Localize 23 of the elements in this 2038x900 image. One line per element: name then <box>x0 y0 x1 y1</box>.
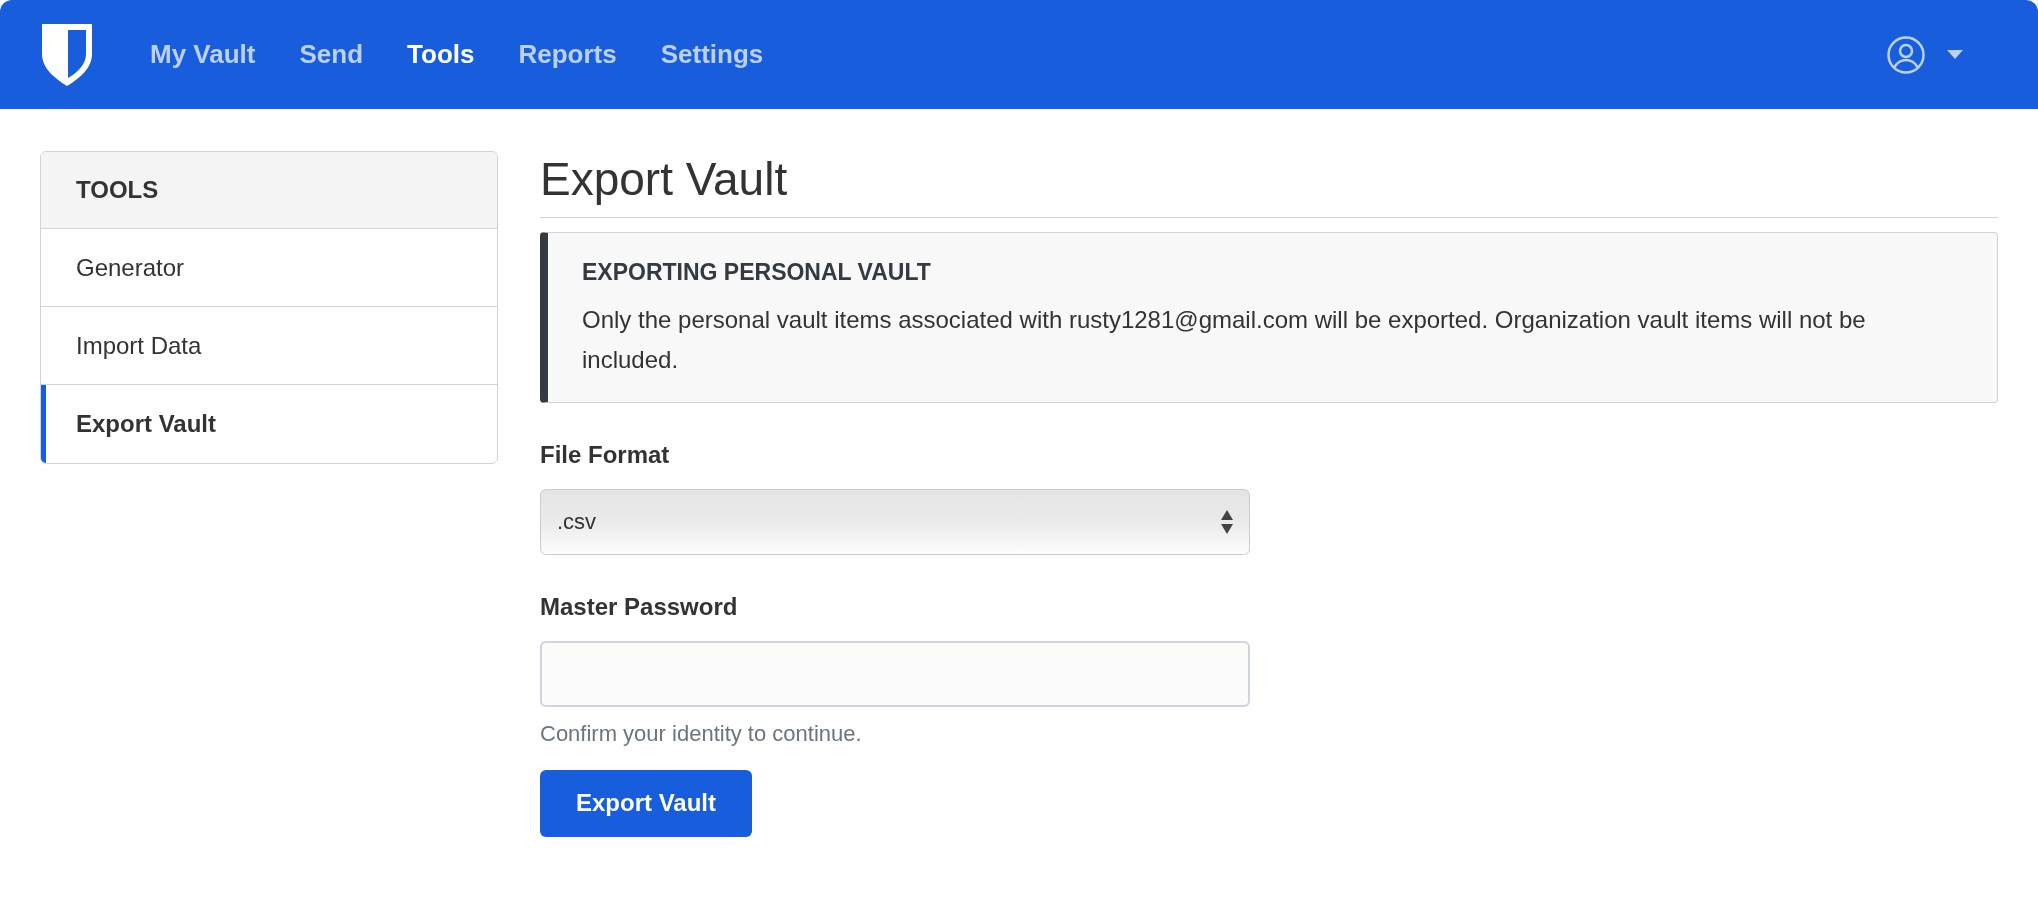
callout-text: Only the personal vault items associated with rusty1281@gmail.com will be exported. Organization vault items will not be included. <box>582 304 1867 375</box>
nav-link[interactable]: My Vault <box>150 35 256 74</box>
shield-logo-icon[interactable] <box>40 21 94 88</box>
callout-title: EXPORTING PERSONAL VAULT <box>582 258 932 287</box>
sidebar-item[interactable]: Export Vault <box>41 385 497 463</box>
sidebar-title: TOOLS <box>41 152 497 229</box>
caret-icon[interactable] <box>1947 50 1963 59</box>
nav-link[interactable]: Tools <box>407 35 475 74</box>
help-text: Confirm your identity to continue. <box>540 719 863 748</box>
field-label: File Format <box>540 439 671 470</box>
sidebar-item[interactable]: Import Data <box>41 307 497 385</box>
password-input-field[interactable] <box>540 640 1250 707</box>
file-format-select[interactable]: .csv <box>540 488 1250 555</box>
nav-link[interactable]: Reports <box>518 35 617 74</box>
up-down-arrows-icon <box>1221 509 1233 534</box>
select-value: .csv <box>557 508 597 536</box>
field-label: Master Password <box>540 591 739 622</box>
nav-link[interactable]: Send <box>299 35 364 74</box>
nav-link[interactable]: Settings <box>660 35 764 74</box>
page-title: Export Vault <box>540 151 1998 218</box>
sidebar-item[interactable]: Generator <box>41 229 497 307</box>
user-avatar-icon[interactable] <box>1887 35 1925 74</box>
export-vault-button[interactable]: Export Vault <box>540 769 752 837</box>
